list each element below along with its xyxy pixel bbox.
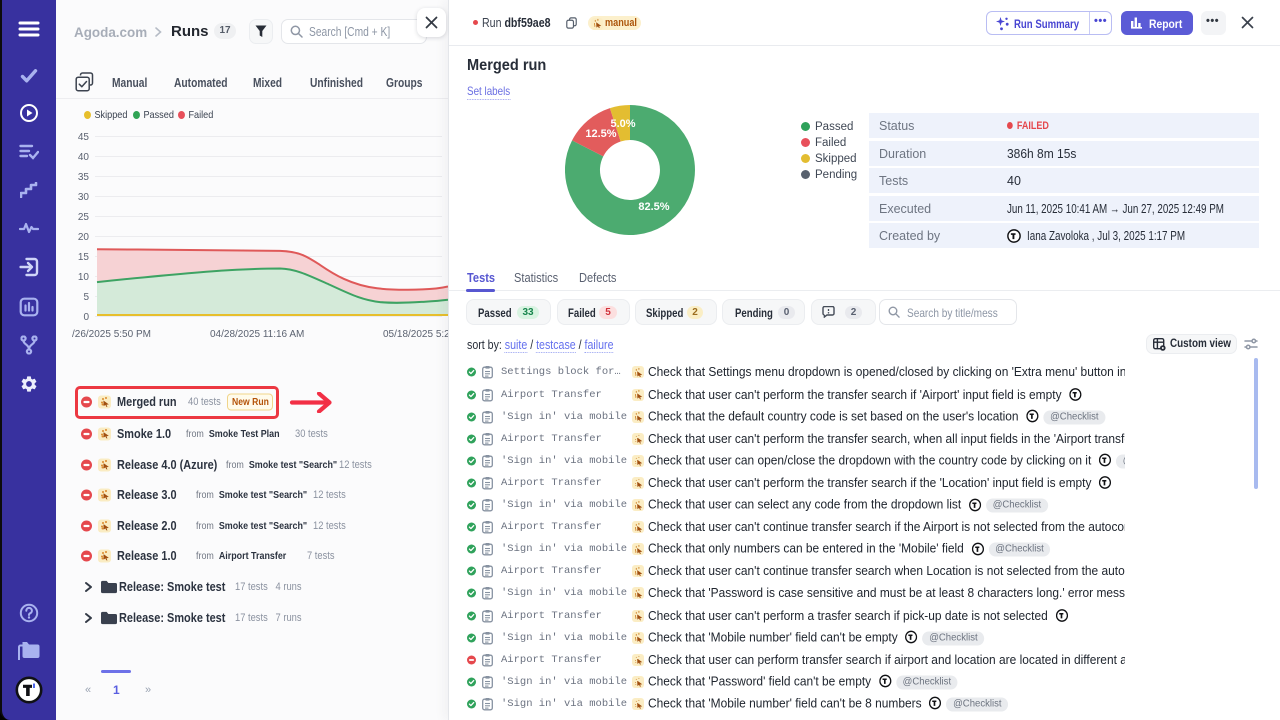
svg-text:04/28/2025 11:16 AM: 04/28/2025 11:16 AM (210, 329, 304, 340)
svg-text:5.0%: 5.0% (610, 118, 635, 130)
svg-text:45: 45 (78, 132, 90, 143)
svg-text:15: 15 (78, 252, 90, 263)
svg-text:5: 5 (83, 292, 89, 303)
svg-text:10: 10 (78, 272, 90, 283)
svg-text:20: 20 (78, 232, 90, 243)
svg-text:/26/2025 5:50 PM: /26/2025 5:50 PM (72, 329, 151, 340)
svg-text:30: 30 (78, 192, 90, 203)
svg-text:40: 40 (78, 152, 90, 163)
svg-text:25: 25 (78, 212, 90, 223)
svg-text:05/18/2025 5:22: 05/18/2025 5:22 (383, 329, 448, 340)
svg-text:0: 0 (83, 312, 89, 323)
svg-text:35: 35 (78, 172, 90, 183)
svg-text:82.5%: 82.5% (638, 201, 669, 213)
